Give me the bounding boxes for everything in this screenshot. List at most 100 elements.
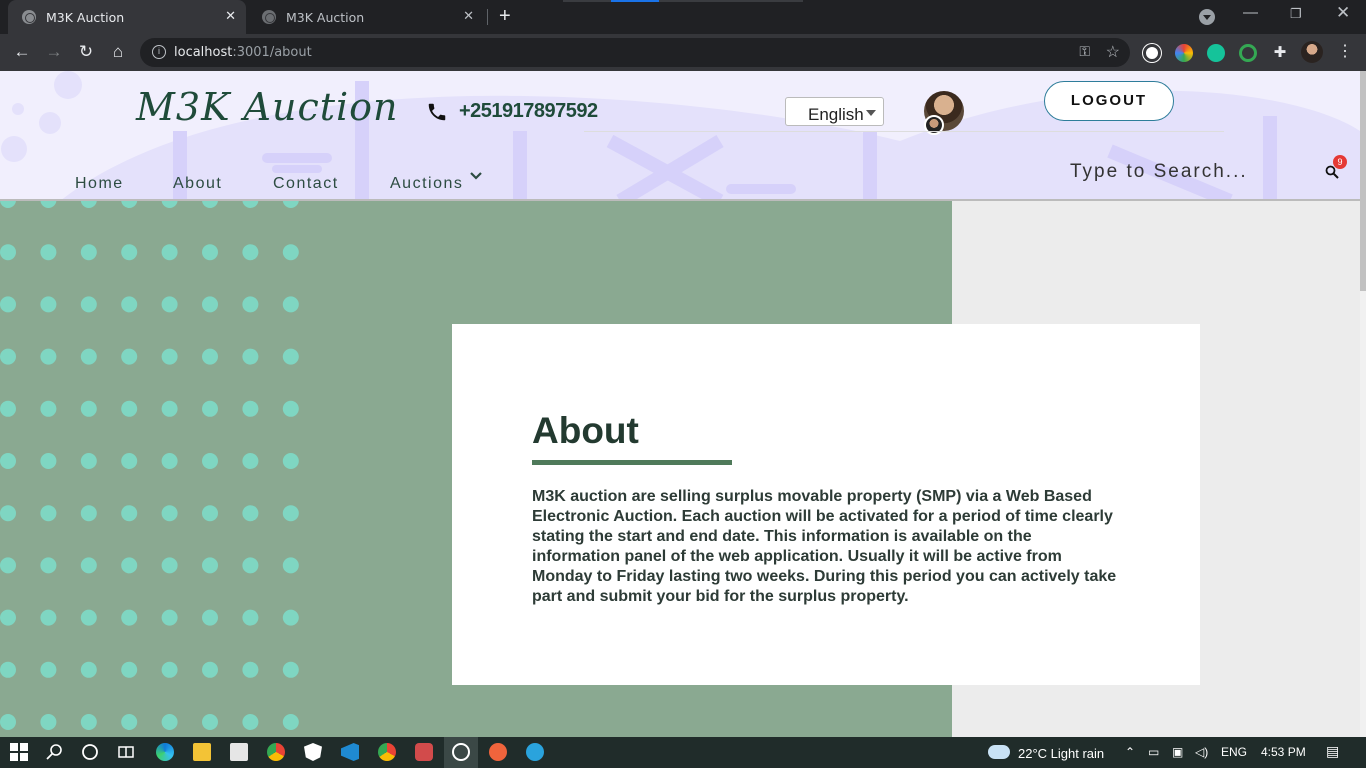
restore-icon[interactable]: ❐: [1290, 6, 1302, 22]
chrome-icon[interactable]: [267, 743, 285, 761]
globe-icon: [262, 10, 276, 24]
decorative-dot: [242, 400, 259, 417]
phone-icon: [428, 103, 446, 121]
decorative-dot: [0, 714, 16, 730]
nav-home[interactable]: Home: [75, 175, 124, 193]
search-icon[interactable]: [46, 743, 64, 761]
network-icon[interactable]: ▣: [1172, 745, 1183, 759]
extensions-puzzle-icon[interactable]: ✚: [1270, 43, 1290, 63]
windows-start-icon[interactable]: [10, 743, 28, 761]
url-path: :3001/about: [232, 45, 312, 60]
decorative-dot: [202, 661, 218, 678]
file-explorer-icon[interactable]: [193, 743, 211, 761]
active-app-highlight[interactable]: [444, 737, 478, 768]
bookmark-star-icon[interactable]: ☆: [1106, 42, 1120, 62]
nav-about[interactable]: About: [173, 175, 222, 193]
home-icon[interactable]: ⌂: [108, 42, 128, 62]
site-header: M3K Auction +251917897592 English LOGOUT…: [0, 71, 1360, 201]
decorative-dot: [242, 296, 259, 313]
nav-contact[interactable]: Contact: [273, 175, 339, 193]
decorative-dot: [80, 661, 97, 678]
clock-time[interactable]: 4:53 PM: [1261, 745, 1306, 759]
tab-search-icon[interactable]: [1199, 9, 1215, 25]
decorative-dot: [161, 505, 178, 522]
decorative-dot: [161, 661, 178, 678]
about-title: About: [532, 410, 639, 451]
decorative-dot: [80, 201, 97, 208]
nav-auctions[interactable]: Auctions: [390, 175, 463, 193]
search-input[interactable]: Type to Search...: [1070, 161, 1248, 183]
decorative-dot: [161, 714, 178, 730]
minimize-icon[interactable]: —: [1243, 4, 1258, 21]
page-scrollbar[interactable]: [1360, 71, 1366, 737]
chevron-down-icon[interactable]: [469, 169, 483, 183]
browser-tab-inactive[interactable]: M3K Auction ✕: [248, 0, 484, 34]
menu-dots-icon[interactable]: ⋮: [1335, 42, 1355, 62]
cortana-icon[interactable]: [81, 743, 99, 761]
back-icon[interactable]: ←: [12, 42, 32, 62]
phone-number[interactable]: +251917897592: [459, 100, 598, 123]
decorative-dot: [40, 296, 57, 313]
decorative-dot: [282, 296, 299, 313]
extension-color-icon[interactable]: [1175, 44, 1193, 62]
decorative-dot: [121, 244, 138, 261]
decorative-dot: [121, 557, 138, 574]
app-icon[interactable]: [415, 743, 433, 761]
forward-icon[interactable]: →: [44, 42, 64, 62]
decorative-dot: [80, 296, 97, 313]
tab-drag-indicator: [563, 0, 803, 2]
decorative-dot: [282, 609, 299, 626]
tab-separator: [487, 9, 488, 25]
task-view-icon[interactable]: [117, 743, 135, 761]
language-select[interactable]: English: [785, 97, 884, 126]
battery-icon[interactable]: ▭: [1148, 745, 1159, 759]
address-bar[interactable]: i localhost:3001/about ⚿ ☆: [140, 38, 1130, 67]
extension-w-icon[interactable]: [1143, 44, 1161, 62]
postman-icon[interactable]: [489, 743, 507, 761]
weather-text[interactable]: 22°C Light rain: [1018, 746, 1104, 761]
key-icon[interactable]: ⚿: [1079, 43, 1090, 60]
decorative-dot: [161, 201, 178, 208]
chevron-up-icon[interactable]: ⌃: [1125, 745, 1135, 759]
weather-cloud-icon[interactable]: [988, 745, 1010, 759]
decorative-dot: [202, 505, 218, 522]
browser-tab-active[interactable]: M3K Auction ✕: [8, 0, 246, 34]
close-tab-icon[interactable]: ✕: [225, 9, 236, 24]
extension-ring-icon[interactable]: [1239, 44, 1257, 62]
decorative-dot: [242, 348, 259, 365]
grammarly-icon[interactable]: [1207, 44, 1225, 62]
telegram-icon[interactable]: [526, 743, 544, 761]
decorative-dot: [0, 244, 16, 261]
decorative-dot: [80, 348, 97, 365]
decorative-dot: [40, 400, 57, 417]
input-language[interactable]: ENG: [1221, 745, 1247, 759]
edge-icon[interactable]: [156, 743, 174, 761]
close-window-icon[interactable]: ✕: [1336, 3, 1350, 23]
decorative-dot: [242, 714, 259, 730]
notification-badge: 9: [1333, 155, 1347, 169]
decorative-dot: [242, 609, 259, 626]
volume-icon[interactable]: ◁): [1195, 745, 1208, 759]
security-shield-icon[interactable]: [304, 743, 322, 761]
decorative-dot: [40, 661, 57, 678]
decorative-dot: [202, 453, 218, 469]
reload-icon[interactable]: ↻: [76, 42, 96, 62]
scrollbar-thumb[interactable]: [1360, 71, 1366, 291]
notifications-icon[interactable]: ▤: [1326, 743, 1339, 760]
profile-avatar-icon[interactable]: [1301, 41, 1323, 63]
about-description: M3K auction are selling surplus movable …: [532, 488, 1117, 605]
decorative-dot: [0, 661, 16, 678]
decorative-dot: [80, 244, 97, 261]
decorative-dot: [202, 609, 218, 626]
decorative-dot: [161, 244, 178, 261]
vscode-icon[interactable]: [341, 743, 359, 761]
new-tab-button[interactable]: +: [499, 5, 511, 28]
browser-tab-strip: M3K Auction ✕ M3K Auction ✕ + — ❐ ✕: [0, 0, 1366, 34]
logout-button[interactable]: LOGOUT: [1044, 81, 1174, 121]
mail-icon[interactable]: [230, 743, 248, 761]
site-info-icon[interactable]: i: [152, 45, 166, 59]
decorative-dot: [121, 609, 138, 626]
site-logo[interactable]: M3K Auction: [136, 85, 399, 129]
close-tab-icon[interactable]: ✕: [463, 9, 474, 24]
chrome-profile-icon[interactable]: [378, 743, 396, 761]
